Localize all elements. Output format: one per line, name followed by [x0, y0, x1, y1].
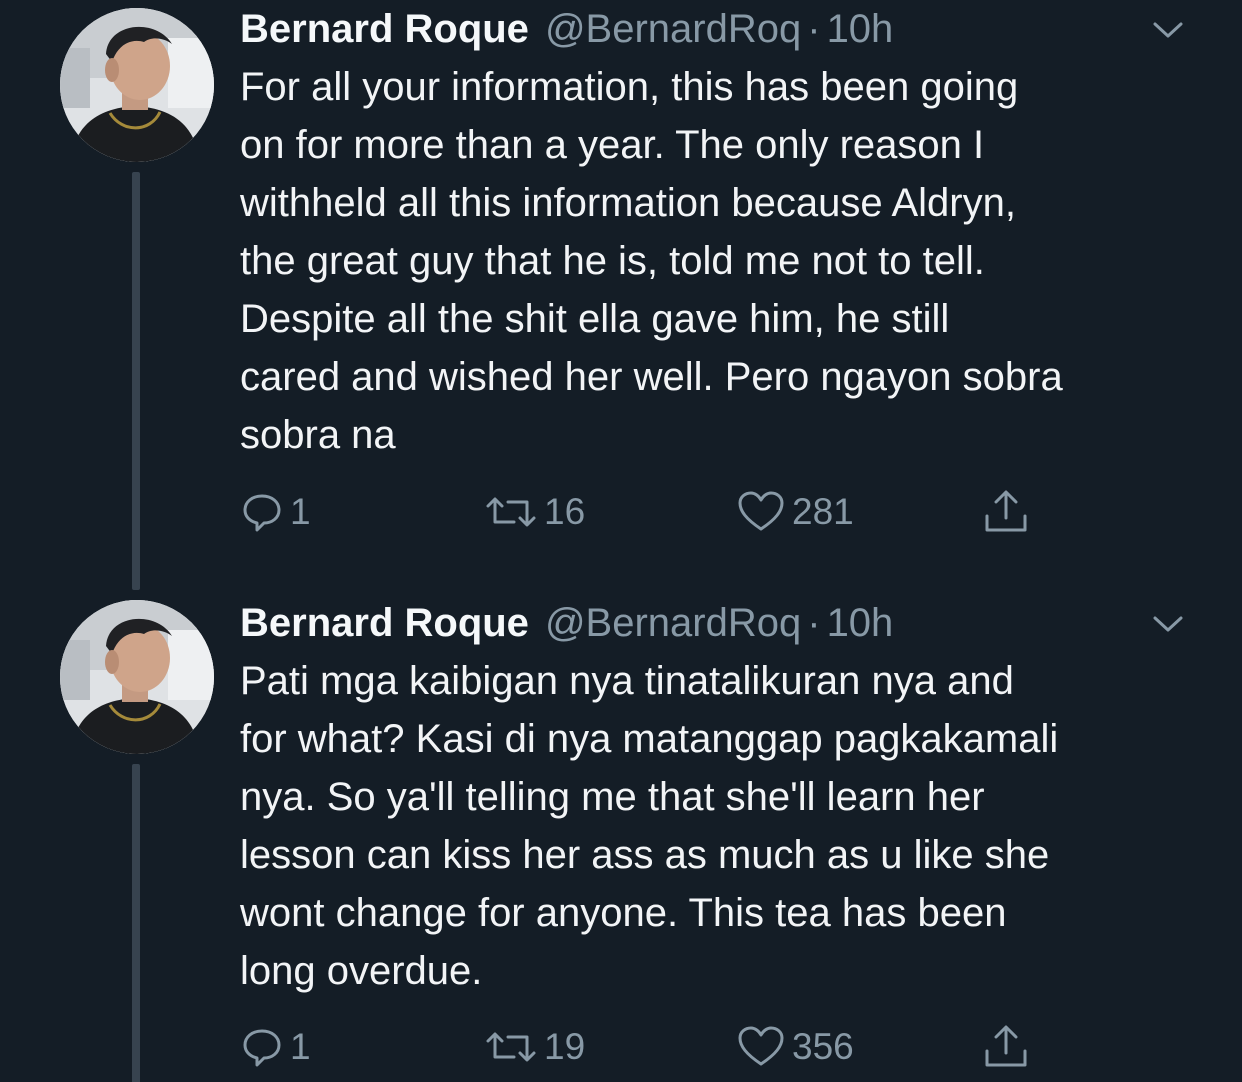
like-button[interactable]: 281 — [736, 487, 854, 537]
reply-icon — [243, 494, 281, 532]
chevron-down-icon[interactable] — [1150, 18, 1186, 42]
avatar-photo — [60, 8, 214, 162]
like-button[interactable]: 356 — [736, 1022, 854, 1072]
tweet-actions: 1 16 281 — [240, 487, 1040, 537]
retweet-icon — [486, 1032, 536, 1062]
tweet-header: Bernard Roque @BernardRoq · 10h — [240, 598, 893, 648]
thread-connector — [132, 172, 140, 590]
retweet-count: 19 — [544, 1026, 586, 1067]
author-name[interactable]: Bernard Roque — [240, 601, 529, 646]
share-icon — [985, 490, 1027, 532]
tweet-text-line: cared and wished her well. Pero ngayon s… — [240, 355, 1063, 399]
retweet-icon — [486, 497, 536, 527]
retweet-button[interactable]: 19 — [484, 1022, 585, 1072]
tweet-text: For all your information, this has been … — [240, 58, 1230, 464]
tweet-text-line: For all your information, this has been … — [240, 65, 1019, 109]
author-handle[interactable]: @BernardRoq — [545, 7, 801, 52]
tweet-text-line: Pati mga kaibigan nya tinatalikuran nya … — [240, 659, 1014, 703]
share-button[interactable] — [982, 1022, 1030, 1072]
tweet-header: Bernard Roque @BernardRoq · 10h — [240, 4, 893, 54]
tweet-text-line: nya. So ya'll telling me that she'll lea… — [240, 775, 985, 819]
tweet-text-line: on for more than a year. The only reason… — [240, 123, 985, 167]
tweet-actions: 1 19 356 — [240, 1022, 1040, 1072]
chevron-down-icon[interactable] — [1150, 612, 1186, 636]
retweet-button[interactable]: 16 — [484, 487, 585, 537]
tweet-text-line: the great guy that he is, told me not to… — [240, 239, 985, 283]
like-count: 281 — [792, 491, 854, 532]
tweet-timestamp[interactable]: 10h — [827, 601, 894, 646]
tweet[interactable]: Bernard Roque @BernardRoq · 10h For all … — [0, 0, 1242, 590]
author-handle[interactable]: @BernardRoq — [545, 601, 801, 646]
reply-icon — [243, 1029, 281, 1067]
reply-button[interactable]: 1 — [240, 487, 311, 537]
like-count: 356 — [792, 1026, 854, 1067]
header-separator: · — [807, 600, 821, 645]
tweet-timestamp[interactable]: 10h — [827, 7, 894, 52]
tweet-text-line: wont change for anyone. This tea has bee… — [240, 891, 1007, 935]
tweet-text-line: sobra na — [240, 413, 396, 457]
tweet-text-line: lesson can kiss her ass as much as u lik… — [240, 833, 1050, 877]
reply-count: 1 — [290, 491, 311, 532]
author-name[interactable]: Bernard Roque — [240, 7, 529, 52]
reply-count: 1 — [290, 1026, 311, 1067]
retweet-count: 16 — [544, 491, 586, 532]
tweet-text-line: long overdue. — [240, 949, 483, 993]
like-icon — [738, 1026, 784, 1066]
tweet-text-line: withheld all this information because Al… — [240, 181, 1016, 225]
avatar-photo — [60, 600, 214, 754]
like-icon — [738, 491, 784, 531]
tweet-text-line: Despite all the shit ella gave him, he s… — [240, 297, 950, 341]
avatar[interactable] — [60, 600, 214, 754]
share-icon — [985, 1025, 1027, 1067]
thread-connector — [132, 764, 140, 1082]
reply-button[interactable]: 1 — [240, 1022, 311, 1072]
header-separator: · — [807, 6, 821, 51]
share-button[interactable] — [982, 487, 1030, 537]
avatar[interactable] — [60, 8, 214, 162]
tweet-text: Pati mga kaibigan nya tinatalikuran nya … — [240, 652, 1230, 1000]
tweet-text-line: for what? Kasi di nya matanggap pagkakam… — [240, 717, 1059, 761]
tweet[interactable]: Bernard Roque @BernardRoq · 10h Pati mga… — [0, 594, 1242, 1082]
